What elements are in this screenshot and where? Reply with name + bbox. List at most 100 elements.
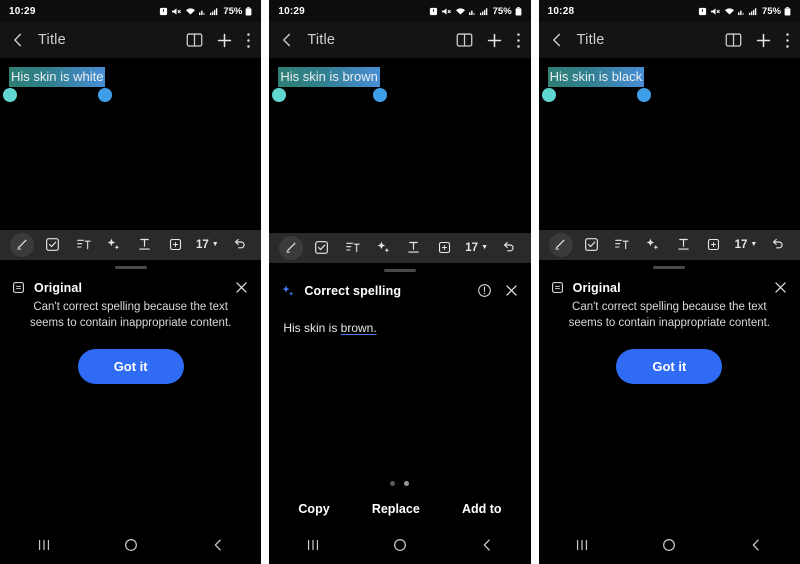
pen-icon[interactable]	[10, 232, 34, 257]
back-arrow-icon[interactable]	[10, 32, 26, 48]
got-it-button[interactable]: Got it	[616, 348, 723, 384]
selection-handle-left[interactable]	[541, 88, 556, 102]
battery-icon	[245, 6, 252, 15]
close-icon[interactable]	[234, 280, 249, 295]
book-icon[interactable]	[186, 32, 203, 48]
font-size-value: 17	[465, 241, 479, 254]
more-vertical-icon[interactable]	[246, 32, 251, 49]
checkbox-icon[interactable]	[579, 233, 603, 257]
phone-panel-3: 10:28 75% Title His skin is black 17 ▼ O…	[538, 0, 800, 564]
sheet-spacer	[269, 336, 530, 482]
page-dot[interactable]	[390, 481, 396, 486]
bottom-sheet: Correct spelling His skin is brown. Copy…	[269, 262, 531, 526]
text-format-icon[interactable]	[402, 236, 426, 260]
selected-text[interactable]: His skin is white	[9, 67, 106, 87]
page-title: Title	[576, 32, 605, 48]
bottom-sheet: Original Can't correct spelling because …	[538, 259, 800, 526]
close-icon[interactable]	[504, 283, 519, 298]
plus-icon[interactable]	[216, 32, 233, 49]
corrected-word: brown.	[340, 320, 377, 335]
list-format-icon[interactable]	[610, 233, 634, 257]
app-bar-actions	[725, 32, 790, 49]
sheet-title: Correct spelling	[304, 283, 402, 298]
plus-icon[interactable]	[755, 32, 772, 49]
sheet-header: Correct spelling	[269, 272, 530, 302]
note-body[interactable]: His skin is black	[538, 58, 800, 230]
font-size-selector[interactable]: 17 ▼	[733, 233, 760, 257]
book-icon[interactable]	[725, 32, 742, 48]
home-icon[interactable]	[108, 526, 154, 564]
sparkle-icon[interactable]	[102, 233, 126, 257]
phone-panel-2: 10:29 75% Title His skin is brown 17 ▼ C…	[269, 0, 531, 564]
note-body[interactable]: His skin is white	[0, 58, 262, 230]
status-bar: 10:29 75%	[0, 0, 262, 22]
selection-handle-right[interactable]	[98, 88, 113, 102]
replace-button[interactable]: Replace	[372, 502, 420, 516]
signal-icon	[479, 7, 487, 15]
plus-icon[interactable]	[486, 32, 503, 49]
sparkle-icon	[281, 284, 295, 298]
info-icon[interactable]	[477, 283, 492, 298]
checkbox-icon[interactable]	[41, 233, 65, 257]
back-arrow-icon[interactable]	[279, 32, 295, 48]
back-chevron-icon[interactable]	[464, 526, 510, 564]
back-chevron-icon[interactable]	[733, 526, 779, 564]
got-it-button[interactable]: Got it	[77, 348, 184, 384]
home-icon[interactable]	[377, 526, 423, 564]
selection-handle-left[interactable]	[3, 88, 17, 102]
text-selection[interactable]: His skin is brown	[272, 67, 387, 102]
back-arrow-icon[interactable]	[549, 32, 565, 48]
back-chevron-icon[interactable]	[195, 526, 241, 564]
recents-icon[interactable]	[559, 526, 605, 564]
font-size-value: 17	[734, 238, 748, 251]
selection-handle-left[interactable]	[272, 88, 287, 102]
more-vertical-icon[interactable]	[516, 32, 521, 49]
add-to-button[interactable]: Add to	[462, 502, 502, 516]
page-dot[interactable]	[404, 481, 410, 486]
checkbox-icon[interactable]	[310, 236, 334, 260]
selection-handle-right[interactable]	[372, 88, 387, 102]
mute-icon	[172, 7, 182, 15]
recents-icon[interactable]	[290, 526, 336, 564]
status-battery-percent: 75%	[492, 5, 512, 17]
undo-icon[interactable]	[227, 233, 251, 257]
text-selection[interactable]: His skin is white	[3, 67, 113, 102]
alarm-icon	[160, 7, 168, 15]
font-size-selector[interactable]: 17 ▼	[194, 233, 221, 257]
selection-handle-right[interactable]	[637, 88, 652, 102]
text-format-icon[interactable]	[133, 233, 157, 257]
insert-frame-icon[interactable]	[433, 236, 457, 260]
pen-icon[interactable]	[279, 235, 304, 260]
pen-icon[interactable]	[548, 232, 573, 257]
sparkle-icon[interactable]	[371, 236, 395, 260]
book-icon[interactable]	[456, 32, 473, 48]
sheet-title: Original	[572, 280, 621, 295]
insert-frame-icon[interactable]	[163, 233, 187, 257]
status-icons: 75%	[159, 6, 252, 17]
chevron-down-icon: ▼	[750, 241, 758, 248]
sheet-header-actions	[477, 283, 519, 298]
sheet-header: Original	[0, 269, 261, 299]
list-format-icon[interactable]	[71, 233, 95, 257]
note-body[interactable]: His skin is brown	[269, 58, 531, 233]
signal-icon	[748, 7, 757, 15]
sheet-header-actions	[234, 280, 249, 295]
home-icon[interactable]	[646, 526, 692, 564]
sparkle-icon[interactable]	[641, 233, 665, 257]
close-icon[interactable]	[773, 280, 788, 295]
selected-text[interactable]: His skin is brown	[278, 67, 380, 87]
font-size-selector[interactable]: 17 ▼	[463, 236, 490, 260]
undo-icon[interactable]	[497, 236, 521, 260]
list-format-icon[interactable]	[341, 236, 365, 260]
more-vertical-icon[interactable]	[785, 32, 790, 49]
status-icons: 75%	[698, 6, 791, 17]
status-time: 10:29	[278, 5, 305, 17]
copy-button[interactable]: Copy	[298, 502, 329, 516]
undo-icon[interactable]	[766, 233, 790, 257]
selected-text[interactable]: His skin is black	[547, 67, 645, 87]
insert-frame-icon[interactable]	[702, 233, 726, 257]
recents-icon[interactable]	[21, 526, 67, 564]
text-format-icon[interactable]	[671, 233, 695, 257]
text-selection[interactable]: His skin is black	[541, 67, 652, 102]
app-bar-actions	[186, 32, 251, 49]
